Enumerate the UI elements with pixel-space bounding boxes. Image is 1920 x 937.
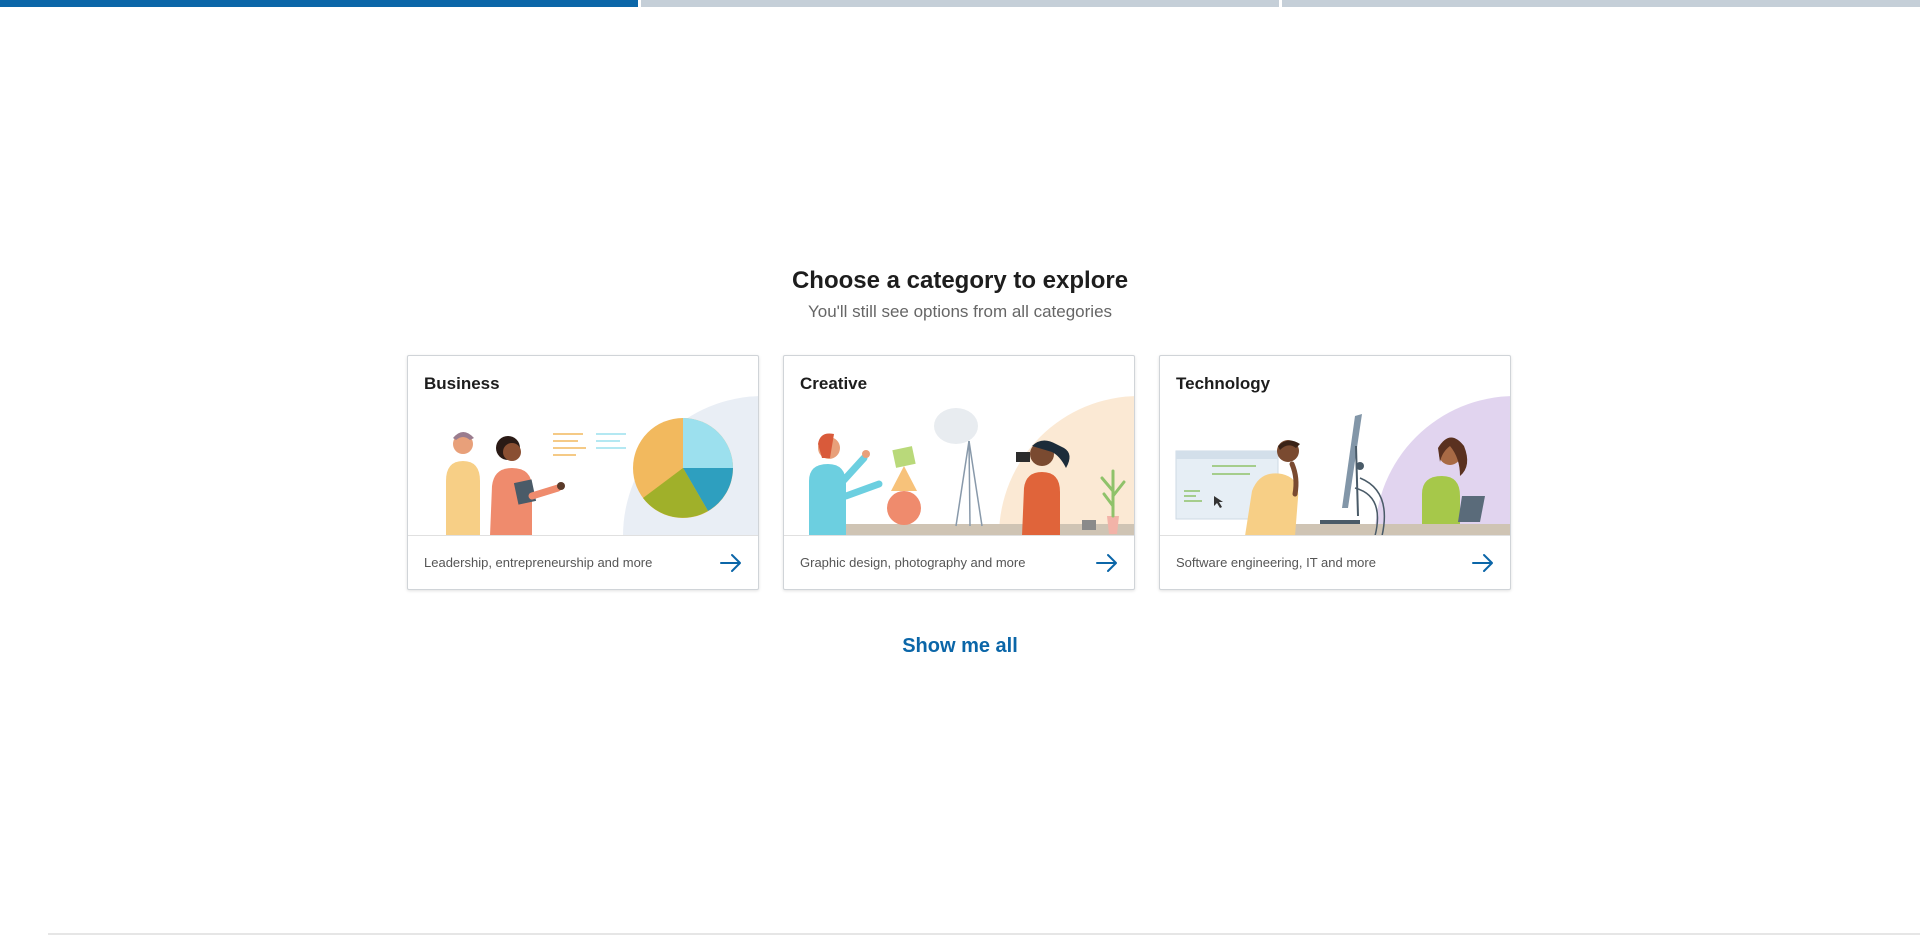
creative-illustration bbox=[809, 396, 1134, 536]
onboarding-progress-bar bbox=[0, 0, 1920, 7]
arrow-right-icon[interactable] bbox=[1470, 550, 1496, 576]
page-title: Choose a category to explore bbox=[791, 267, 1129, 294]
category-card-creative[interactable]: Creative Graphic design, photography and… bbox=[783, 355, 1135, 590]
category-footer: Graphic design, photography and more bbox=[784, 535, 1134, 589]
business-illustration bbox=[446, 396, 758, 536]
show-me-all-link[interactable]: Show me all bbox=[902, 635, 1018, 657]
category-description: Software engineering, IT and more bbox=[1176, 555, 1376, 570]
category-title: Business bbox=[424, 374, 500, 393]
category-card-technology[interactable]: Technology Software engineering, IT and … bbox=[1159, 355, 1511, 590]
category-description: Graphic design, photography and more bbox=[800, 555, 1026, 570]
arrow-right-icon[interactable] bbox=[718, 550, 744, 576]
progress-step-1 bbox=[0, 0, 638, 7]
progress-step-3 bbox=[1282, 0, 1920, 7]
category-description: Leadership, entrepreneurship and more bbox=[424, 555, 653, 570]
category-footer: Software engineering, IT and more bbox=[1160, 535, 1510, 589]
category-card-business[interactable]: Business Leadership, entrepreneurship an… bbox=[407, 355, 759, 590]
arrow-right-icon[interactable] bbox=[1094, 550, 1120, 576]
show-all-container: Show me all bbox=[0, 635, 1920, 658]
bottom-divider bbox=[48, 933, 1920, 935]
category-title: Creative bbox=[800, 374, 868, 393]
page-subtitle: You'll still see options from all catego… bbox=[807, 302, 1113, 321]
category-title: Technology bbox=[1176, 374, 1271, 393]
progress-step-2 bbox=[641, 0, 1279, 7]
technology-illustration bbox=[1175, 396, 1510, 536]
category-footer: Leadership, entrepreneurship and more bbox=[408, 535, 758, 589]
